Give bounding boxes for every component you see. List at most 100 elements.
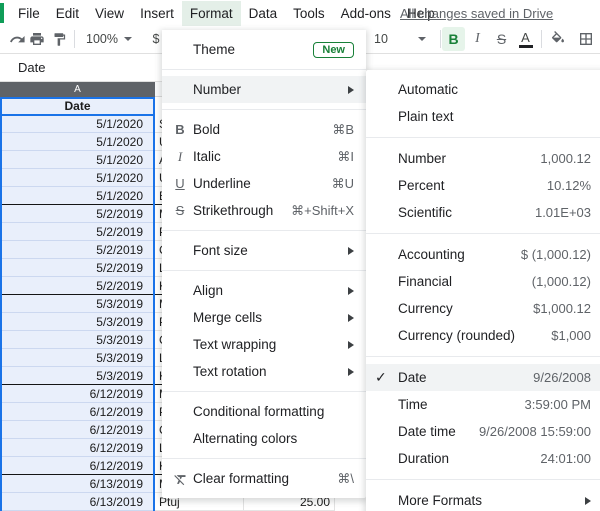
cell-date[interactable]: 5/1/2020: [0, 169, 155, 187]
format-example-value: 24:01:00: [540, 451, 591, 466]
cell-date[interactable]: 6/12/2019: [0, 457, 155, 475]
menu-item-label: Bold: [193, 122, 220, 137]
format-menu-item-underline[interactable]: UUnderline⌘U: [162, 170, 366, 197]
number-submenu-item-currency[interactable]: Currency$1,000.12: [366, 295, 600, 322]
menu-separator: [162, 458, 366, 459]
menu-item-label: Text wrapping: [193, 337, 276, 352]
number-submenu-item-financial[interactable]: Financial(1,000.12): [366, 268, 600, 295]
menu-item-label: Automatic: [398, 82, 458, 97]
fill-color-icon[interactable]: [546, 27, 569, 51]
menubar-item-insert[interactable]: Insert: [132, 1, 182, 26]
format-example-value: 3:59:00 PM: [525, 397, 592, 412]
font-size-select[interactable]: 10: [370, 27, 430, 51]
menu-item-label: Merge cells: [193, 310, 262, 325]
menubar-item-data[interactable]: Data: [241, 1, 286, 26]
menu-separator: [162, 109, 366, 110]
bold-button[interactable]: B: [442, 27, 465, 51]
number-submenu-item-duration[interactable]: Duration 24:01:00: [366, 445, 600, 472]
number-submenu-item-accounting[interactable]: Accounting$ (1,000.12): [366, 241, 600, 268]
menu-item-shortcut: ⌘+Shift+X: [291, 203, 354, 219]
cell-date[interactable]: 6/13/2019: [0, 475, 155, 493]
menu-separator: [366, 137, 600, 138]
paint-format-icon[interactable]: [48, 27, 70, 51]
menubar-item-add-ons[interactable]: Add-ons: [333, 1, 399, 26]
cell-date[interactable]: 5/3/2019: [0, 295, 155, 313]
format-menu-item-conditional-formatting[interactable]: Conditional formatting: [162, 398, 366, 425]
number-submenu-item-percent[interactable]: Percent10.12%: [366, 172, 600, 199]
drive-save-status-link[interactable]: All changes saved in Drive: [400, 6, 553, 21]
redo-icon[interactable]: [6, 27, 28, 51]
cell-date[interactable]: 6/12/2019: [0, 403, 155, 421]
cell-date[interactable]: 5/2/2019: [0, 223, 155, 241]
cell-date[interactable]: 5/2/2019: [0, 277, 155, 295]
format-menu-item-font-size[interactable]: Font size: [162, 237, 366, 264]
cell-date[interactable]: 5/1/2020: [0, 151, 155, 169]
number-submenu-item-date[interactable]: ✓Date9/26/2008: [366, 364, 600, 391]
menu-separator: [162, 391, 366, 392]
format-menu-item-merge-cells[interactable]: Merge cells: [162, 304, 366, 331]
menubar-item-format[interactable]: Format: [182, 1, 241, 26]
format-menu-item-theme[interactable]: ThemeNew: [162, 36, 366, 63]
cell-date[interactable]: 5/2/2019: [0, 241, 155, 259]
number-submenu-item-date-time[interactable]: Date time9/26/2008 15:59:00: [366, 418, 600, 445]
menubar-item-edit[interactable]: Edit: [48, 1, 87, 26]
menu-item-label: Duration: [398, 451, 449, 466]
cell-date[interactable]: 6/12/2019: [0, 439, 155, 457]
column-header-a[interactable]: A: [0, 82, 155, 97]
menu-item-label: Theme: [193, 42, 235, 57]
cell-date[interactable]: 5/3/2019: [0, 313, 155, 331]
submenu-arrow-icon: [348, 314, 354, 322]
number-submenu-item-more-formats[interactable]: More Formats: [366, 487, 600, 511]
cell-date[interactable]: 6/12/2019: [0, 385, 155, 403]
format-menu-item-alternating-colors[interactable]: Alternating colors: [162, 425, 366, 452]
cell-date[interactable]: 5/1/2020: [0, 187, 155, 205]
format-example-value: 1,000.12: [540, 151, 591, 166]
bold-icon: B: [170, 122, 190, 137]
cell-date[interactable]: 5/3/2019: [0, 331, 155, 349]
menu-separator: [162, 230, 366, 231]
toolbar-separator: [440, 30, 441, 48]
cell-date[interactable]: 5/3/2019: [0, 367, 155, 385]
zoom-select[interactable]: 100%: [80, 27, 138, 51]
cell-date[interactable]: 6/13/2019: [0, 493, 155, 511]
sheets-logo-sliver: [0, 3, 4, 23]
menubar: FileEditViewInsertFormatDataToolsAdd-ons…: [0, 0, 600, 26]
cell-date[interactable]: 5/1/2020: [0, 115, 155, 133]
toolbar-separator: [74, 30, 75, 48]
format-example-value: 1.01E+03: [535, 205, 591, 220]
format-menu-item-text-wrapping[interactable]: Text wrapping: [162, 331, 366, 358]
italic-button[interactable]: I: [466, 27, 489, 51]
number-submenu-item-time[interactable]: Time3:59:00 PM: [366, 391, 600, 418]
cell-date[interactable]: 6/12/2019: [0, 421, 155, 439]
number-submenu-item-plain-text[interactable]: Plain text: [366, 103, 600, 130]
format-menu-item-clear-formatting[interactable]: Clear formatting⌘\: [162, 465, 366, 492]
clear-format-icon: [170, 470, 190, 486]
submenu-arrow-icon: [348, 247, 354, 255]
cell-date[interactable]: 5/2/2019: [0, 259, 155, 277]
cell-date[interactable]: 5/3/2019: [0, 349, 155, 367]
strikethrough-button[interactable]: S: [490, 27, 513, 51]
borders-icon[interactable]: [574, 27, 597, 51]
format-menu-item-bold[interactable]: BBold ⌘B: [162, 116, 366, 143]
format-menu-item-text-rotation[interactable]: Text rotation: [162, 358, 366, 385]
cell-date[interactable]: 5/1/2020: [0, 133, 155, 151]
number-submenu-item-scientific[interactable]: Scientific1.01E+03: [366, 199, 600, 226]
menubar-item-file[interactable]: File: [10, 1, 48, 26]
menubar-item-tools[interactable]: Tools: [285, 1, 333, 26]
number-submenu-item-number[interactable]: Number1,000.12: [366, 145, 600, 172]
menu-item-shortcut: ⌘B: [332, 122, 354, 138]
format-menu-item-strikethrough[interactable]: SStrikethrough⌘+Shift+X: [162, 197, 366, 224]
menu-item-label: Text rotation: [193, 364, 267, 379]
print-icon[interactable]: [26, 27, 48, 51]
submenu-arrow-icon: [348, 341, 354, 349]
number-submenu-item-automatic[interactable]: Automatic: [366, 76, 600, 103]
cell-date[interactable]: 5/2/2019: [0, 205, 155, 223]
menubar-item-view[interactable]: View: [87, 1, 132, 26]
format-menu-item-italic[interactable]: IItalic⌘I: [162, 143, 366, 170]
format-menu-item-align[interactable]: Align: [162, 277, 366, 304]
text-color-button[interactable]: A: [514, 27, 537, 51]
format-example-value: $1,000.12: [533, 301, 591, 316]
format-menu-item-number[interactable]: Number: [162, 76, 366, 103]
number-submenu-item-currency-rounded-[interactable]: Currency (rounded)$1,000: [366, 322, 600, 349]
menu-item-label: Accounting: [398, 247, 465, 262]
